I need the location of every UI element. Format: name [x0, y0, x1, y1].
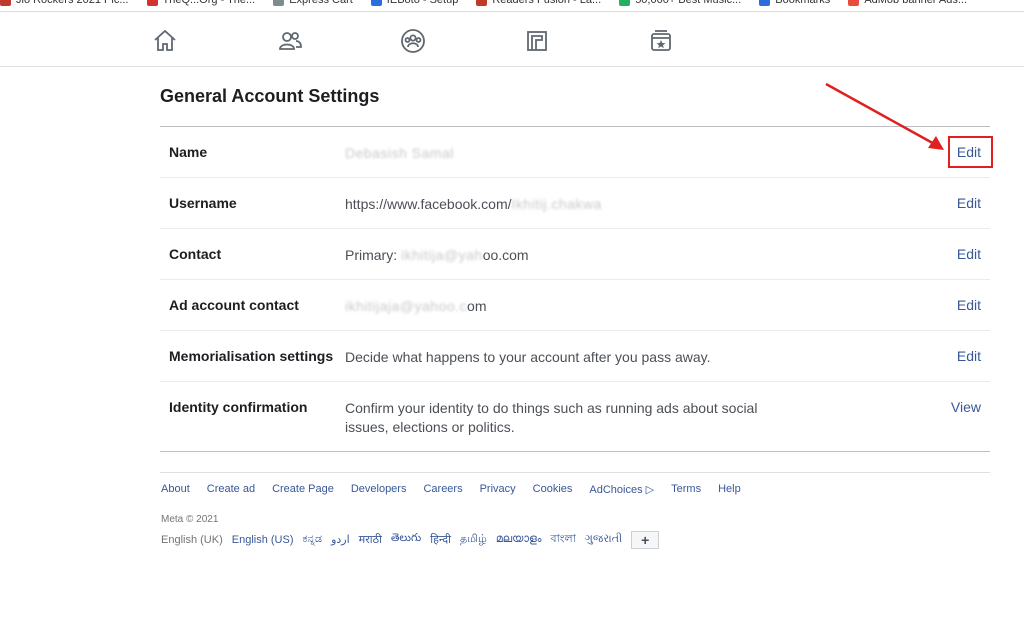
language-option[interactable]: മലയാളം — [496, 533, 542, 546]
friends-icon[interactable] — [277, 28, 303, 54]
settings-list: Name Debasish Samal Edit Username https://ww… — [160, 126, 993, 452]
bookmark-label: IEBoto - Setup — [386, 0, 459, 6]
bookmark-item[interactable]: Bookmarks — [759, 0, 830, 6]
settings-row-value: https://www.facebook.com/Ikhitij.chakwa — [345, 195, 765, 214]
groups-icon[interactable] — [400, 28, 426, 54]
footer-link[interactable]: Cookies — [533, 483, 573, 496]
footer-link[interactable]: Careers — [423, 483, 462, 496]
footer-link[interactable]: Developers — [351, 483, 407, 496]
redacted-text: ikhitija@yah — [401, 247, 483, 263]
bookmark-label: Bookmarks — [775, 0, 831, 6]
bookmark-item[interactable]: Readers Fusion - La... — [476, 0, 601, 6]
footer-link[interactable]: Privacy — [480, 483, 516, 496]
bookmark-favicon-icon — [0, 0, 11, 6]
language-option[interactable]: தமிழ் — [460, 533, 487, 547]
bookmark-favicon-icon — [476, 0, 488, 6]
bookmark-favicon-icon — [848, 0, 860, 6]
value-text: oo.com — [482, 247, 529, 263]
bookmark-label: Express Cart — [289, 0, 353, 6]
bookmark-label: Jio Rockers 2021 Pic... — [16, 0, 129, 6]
language-option[interactable]: ગુજરાતી — [585, 533, 622, 546]
bookmark-item[interactable]: Jio Rockers 2021 Pic... — [0, 0, 129, 6]
language-option[interactable]: বাংলা — [550, 530, 575, 549]
language-option[interactable]: ಕನ್ನಡ — [303, 533, 323, 546]
bookmark-label: 50,000+ Best Music... — [635, 0, 742, 6]
settings-row-value: ikhitijaja@yahoo.com — [345, 297, 765, 316]
bookmark-item[interactable]: Express Cart — [273, 0, 353, 6]
current-language: English (UK) — [161, 533, 223, 546]
adchoices-icon: ▷ — [642, 484, 655, 496]
more-languages-button[interactable]: + — [631, 530, 660, 549]
value-text: https://www.facebook.com/ — [345, 196, 512, 212]
footer-link[interactable]: Create Page — [272, 483, 334, 496]
redacted-text: Debasish Samal — [345, 145, 454, 161]
settings-row-value: Decide what happens to your account afte… — [345, 348, 765, 367]
settings-row-label: Identity confirmation — [169, 399, 308, 415]
footer: About Create ad Create Page Developers Caree… — [160, 472, 990, 549]
bookmark-label: AdMob banner Ads... — [864, 0, 968, 6]
settings-row-label: Memorialisation settings — [169, 348, 334, 364]
bookmark-favicon-icon — [370, 0, 382, 6]
footer-link[interactable]: Help — [718, 483, 741, 496]
settings-row-value: Debasish Samal — [345, 144, 765, 163]
bookmark-favicon-icon — [146, 0, 158, 6]
bookmark-item[interactable]: IEBoto - Setup — [370, 0, 459, 6]
bookmark-item[interactable]: 50,000+ Best Music... — [619, 0, 741, 6]
language-option[interactable]: English (US) — [232, 534, 294, 546]
annotation-arrow — [825, 82, 944, 150]
settings-row-label: Name — [169, 144, 208, 160]
bookmark-favicon-icon — [759, 0, 771, 6]
bookmark-item[interactable]: TheQ...Org - The... — [146, 0, 256, 6]
value-text: Confirm your identity to do things such … — [345, 400, 758, 435]
edit-ad-account-contact-link[interactable]: Edit — [957, 297, 981, 313]
edit-memorialisation-settings-link[interactable]: Edit — [957, 348, 981, 364]
settings-row-label: Username — [169, 195, 237, 211]
value-text: om — [467, 298, 487, 314]
settings-row-label: Ad account contact — [169, 297, 299, 313]
bookmark-favicon-icon — [619, 0, 631, 6]
bookmarks-bar: Jio Rockers 2021 Pic... TheQ...Org - The.… — [0, 0, 1024, 8]
settings-row: Contact Primary: ikhitija@yahoo.com Edit — [160, 229, 990, 280]
view-identity-confirmation-link[interactable]: View — [951, 399, 981, 415]
home-icon[interactable] — [152, 28, 178, 54]
settings-row-value: Primary: ikhitija@yahoo.com — [345, 246, 765, 265]
saved-icon[interactable] — [648, 28, 674, 54]
language-option[interactable]: हिन्दी — [430, 532, 451, 547]
settings-row: Ad account contact ikhitijaja@yahoo.com Ed… — [160, 280, 990, 331]
bookmark-favicon-icon — [273, 0, 285, 6]
footer-link[interactable]: About — [161, 483, 190, 496]
redacted-text: ikhitijaja@yahoo.c — [345, 298, 468, 314]
annotation-highlight-box — [948, 136, 993, 168]
footer-link[interactable]: AdChoices ▷ — [589, 483, 654, 496]
edit-contact-link[interactable]: Edit — [957, 246, 981, 262]
redacted-text: Ikhitij.chakwa — [511, 196, 602, 212]
bookmark-item[interactable]: AdMob banner Ads... — [848, 0, 967, 6]
settings-row-value: Confirm your identity to do things such … — [345, 399, 765, 437]
language-option[interactable]: తెలుగు — [391, 532, 421, 547]
value-text: Decide what happens to your account afte… — [345, 349, 711, 365]
settings-row-label: Contact — [169, 246, 222, 262]
pages-icon[interactable] — [524, 28, 550, 54]
bookmark-label: TheQ...Org - The... — [162, 0, 256, 6]
edit-username-link[interactable]: Edit — [957, 195, 981, 211]
settings-row: Identity confirmation Confirm your identi… — [160, 382, 990, 451]
bookmark-label: Readers Fusion - La... — [492, 0, 602, 6]
language-option[interactable]: اردو — [331, 533, 350, 546]
language-selector: English (UK) English (US) ಕನ್ನಡ اردو मराठी తె… — [161, 530, 990, 549]
footer-link[interactable]: Terms — [671, 483, 701, 496]
value-text: Primary: — [345, 247, 401, 263]
copyright: Meta © 2021 — [161, 514, 219, 525]
settings-row: Memorialisation settings Decide what happ… — [160, 331, 990, 382]
footer-links: About Create ad Create Page Developers Caree… — [161, 483, 990, 496]
settings-row: Username https://www.facebook.com/Ikhitij… — [160, 178, 990, 229]
footer-link[interactable]: Create ad — [207, 483, 255, 496]
language-option[interactable]: मराठी — [359, 532, 382, 547]
top-navigation — [0, 12, 1024, 67]
